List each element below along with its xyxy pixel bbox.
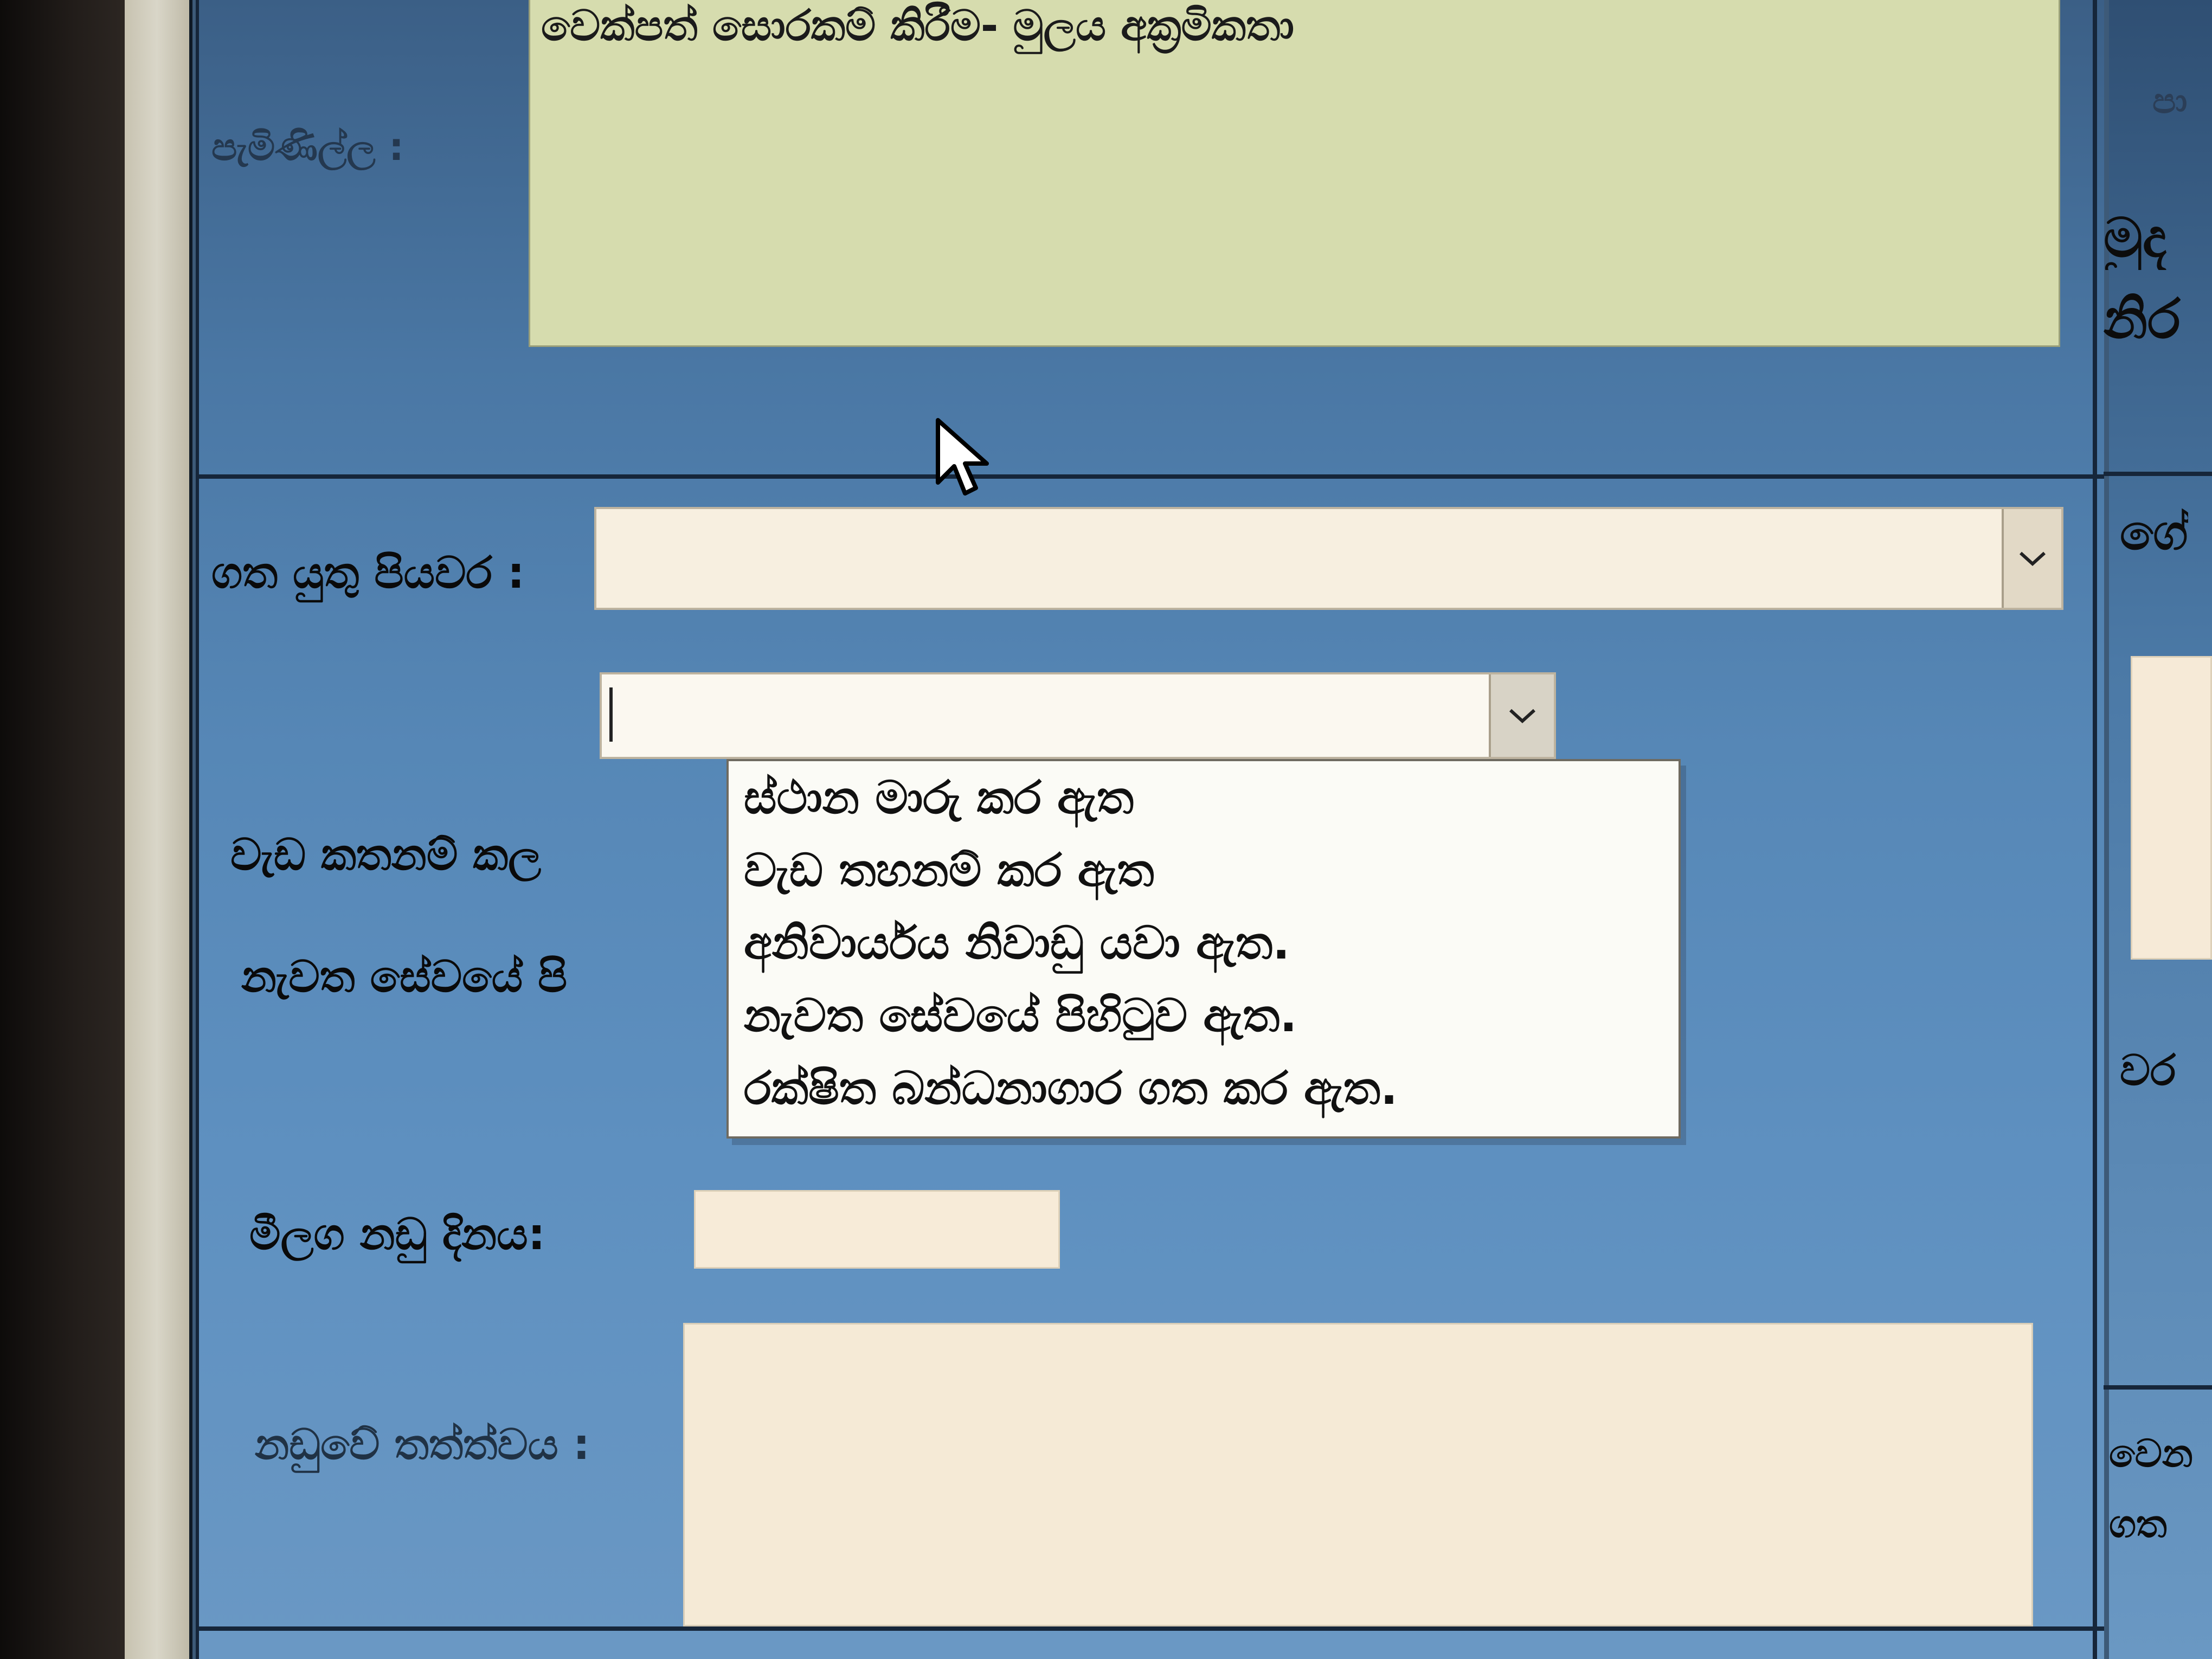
action-label: ගත යුතු පියවර : [211, 548, 525, 598]
status-dropdown-list: ස්ථාන මාරු කර ඇත වැඩ තහනම් කර ඇත අනිවාර්… [726, 759, 1681, 1139]
next-date-label: මීලග නඩු දිනය: [249, 1209, 545, 1259]
complaint-textarea[interactable]: වෙක්පත් සොරකම් කිරීම- මුලය අක්‍රමිකතා [529, 0, 2060, 347]
right-label: ගේ [2120, 504, 2188, 561]
right-label: වෙන [2109, 1431, 2193, 1476]
mouse-cursor-icon [936, 418, 989, 496]
chevron-down-icon[interactable] [1489, 674, 1554, 757]
complaint-label: පැමිණිල්ල : [211, 125, 404, 169]
case-status-label: නඩුවේ තත්ත්වය : [255, 1420, 590, 1469]
work-done-label: වැඩ කතනම් කල [230, 829, 542, 880]
dropdown-option[interactable]: ස්ථාන මාරු කර ඇත [729, 761, 1679, 834]
dropdown-option[interactable]: අනිවාර්යය නිවාඩු යවා ඇත. [729, 906, 1679, 979]
complaint-text: වෙක්පත් සොරකම් කිරීම- මුලය අක්‍රමිකතා [541, 2, 1295, 50]
next-date-input[interactable] [694, 1190, 1060, 1269]
right-label: පා [2152, 81, 2188, 121]
right-input[interactable] [2131, 656, 2212, 960]
row-divider [2104, 472, 2212, 476]
dropdown-option[interactable]: නැවත සේවයේ පිහිටුව ඇත. [729, 979, 1679, 1052]
row-divider [196, 474, 2104, 479]
text-caret [609, 687, 613, 742]
dropdown-option[interactable]: වැඩ තහනම් කර ඇත [729, 834, 1679, 906]
action-select[interactable] [594, 507, 2063, 610]
row-divider [196, 1626, 2104, 1631]
left-scroll-strip [125, 0, 192, 1659]
reinstated-label: නැවත සේවයේ පි [241, 951, 568, 1002]
column-divider [196, 0, 199, 1659]
right-label: නිර [2104, 287, 2181, 351]
screen: පැමිණිල්ල : වෙක්පත් සොරකම් කිරීම- මුලය අ… [125, 0, 2212, 1659]
case-status-textarea[interactable] [683, 1323, 2033, 1626]
chevron-down-icon[interactable] [2002, 509, 2061, 608]
status-select[interactable] [600, 672, 1556, 759]
column-divider [2093, 0, 2097, 1659]
right-label: වර [2120, 1046, 2176, 1095]
monitor-bezel [0, 0, 125, 1659]
right-label: මුද [2104, 206, 2167, 269]
dropdown-option[interactable]: රක්ෂිත බන්ධනාගාර ගත කර ඇත. [729, 1052, 1679, 1124]
right-label: ගත [2109, 1502, 2167, 1546]
row-divider [2104, 1385, 2212, 1390]
